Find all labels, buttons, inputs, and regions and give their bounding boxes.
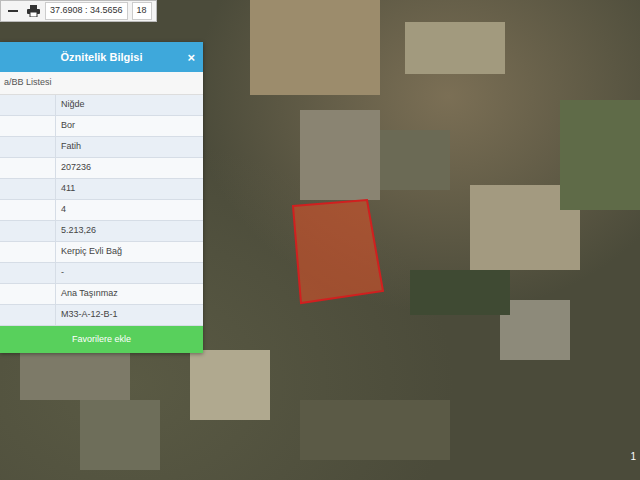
attribute-row: - [0,263,203,284]
attribute-label-cell [0,221,56,241]
attribute-value: Niğde [56,96,90,114]
attribute-value: 4 [56,201,71,219]
add-favorites-button[interactable]: Favorilere ekle [0,326,203,353]
attribute-row: Kerpiç Evli Bağ [0,242,203,263]
print-icon[interactable] [25,3,41,19]
field-patch [560,100,640,210]
attribute-value: Ana Taşınmaz [56,285,123,303]
attribute-label-cell [0,95,56,115]
attribute-value: Kerpiç Evli Bağ [56,243,127,261]
attribute-label-cell [0,137,56,157]
zoom-out-icon[interactable] [5,3,21,19]
attribute-row: Ana Taşınmaz [0,284,203,305]
scale-label: 1 [630,449,636,464]
attribute-row: 411 [0,179,203,200]
attribute-value: M33-A-12-B-1 [56,306,123,324]
attribute-label-cell [0,284,56,304]
attribute-panel: Öznitelik Bilgisi × a/BB ListesiNiğde Bor Fa… [0,42,203,353]
attribute-rows: Niğde Bor Fatih 207236 411 4 5.213,26 Kerpiç Ev… [0,95,203,326]
attribute-row: M33-A-12-B-1 [0,305,203,326]
field-patch [80,400,160,470]
attribute-value: 411 [56,180,80,198]
field-patch [410,270,510,315]
panel-title: Öznitelik Bilgisi [61,49,143,66]
attribute-row: 5.213,26 [0,221,203,242]
zoom-level: 18 [132,2,152,20]
attribute-value: Fatih [56,138,86,156]
attribute-row: Bor [0,116,203,137]
attribute-label-cell [0,200,56,220]
field-patch [300,400,450,460]
field-patch [20,350,130,400]
attribute-label-cell [0,242,56,262]
field-patch [500,300,570,360]
attribute-row: 4 [0,200,203,221]
attribute-label-cell [0,179,56,199]
map[interactable]: 37.6908 : 34.565618 Öznitelik Bilgisi × a/B… [0,0,640,480]
field-patch [190,350,270,420]
list-label: a/BB Listesi [0,72,203,95]
attribute-row: Niğde [0,95,203,116]
attribute-label-cell [0,158,56,178]
attribute-value: - [56,264,69,282]
attribute-label-cell [0,263,56,283]
field-patch [405,22,505,74]
field-patch [380,130,450,190]
field-patch [300,110,380,200]
attribute-value: Bor [56,117,80,135]
attribute-row: 207236 [0,158,203,179]
attribute-value: 207236 [56,159,96,177]
parcel-polygon[interactable] [293,200,383,303]
attribute-label-cell [0,305,56,325]
attribute-label-cell [0,116,56,136]
attribute-row: Fatih [0,137,203,158]
field-patch [250,0,380,95]
panel-header: Öznitelik Bilgisi × [0,42,203,72]
map-toolbar: 37.6908 : 34.565618 [0,0,157,22]
attribute-value: 5.213,26 [56,222,101,240]
close-button[interactable]: × [187,48,195,68]
coordinate-field[interactable]: 37.6908 : 34.5656 [45,2,128,20]
